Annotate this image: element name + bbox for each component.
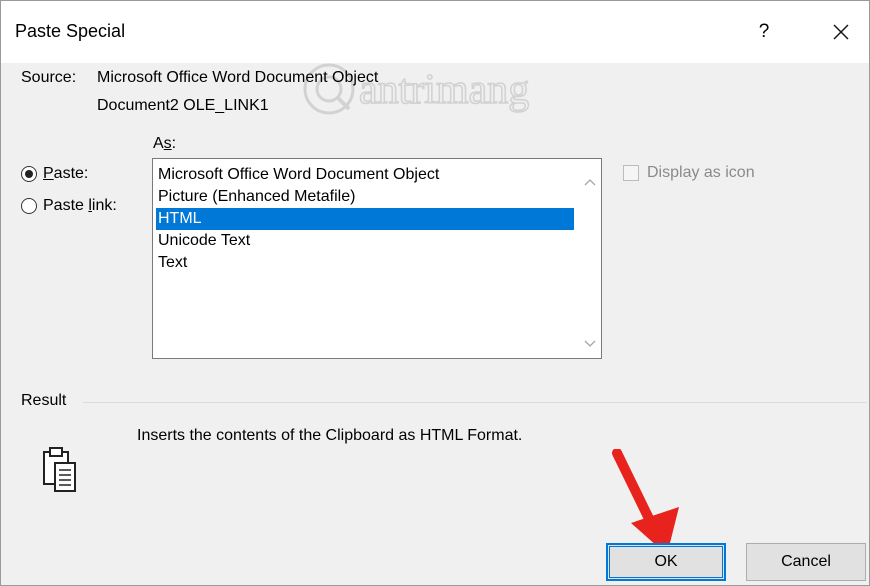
- format-list-item[interactable]: Picture (Enhanced Metafile): [156, 186, 574, 208]
- chevron-up-icon: [584, 179, 596, 186]
- format-list-item[interactable]: Unicode Text: [156, 230, 574, 252]
- source-label: Source:: [21, 69, 77, 86]
- display-as-icon-checkbox[interactable]: [623, 165, 639, 181]
- cancel-button[interactable]: Cancel: [746, 543, 866, 581]
- paste-link-radio-button[interactable]: [21, 198, 37, 214]
- chevron-down-icon: [584, 340, 596, 347]
- format-list-item-selected[interactable]: HTML: [156, 208, 574, 230]
- result-group-label: Result: [21, 392, 67, 409]
- paste-radio-label: Paste:: [43, 165, 89, 182]
- close-button[interactable]: [823, 15, 859, 49]
- paste-radio-button[interactable]: [21, 166, 37, 182]
- display-as-icon-label: Display as icon: [647, 164, 755, 181]
- format-listbox[interactable]: Microsoft Office Word Document Object Pi…: [152, 158, 602, 359]
- format-list-item[interactable]: Microsoft Office Word Document Object: [156, 164, 574, 186]
- ok-button-label: OK: [654, 553, 678, 570]
- window-title: Paste Special: [15, 21, 126, 41]
- source-value: Microsoft Office Word Document Object: [97, 69, 379, 86]
- paste-link-radio-option[interactable]: Paste link:: [21, 195, 117, 217]
- close-icon: [833, 24, 849, 40]
- scroll-down-button[interactable]: [581, 335, 599, 353]
- title-bar: Paste Special ?: [1, 1, 869, 63]
- clipboard-icon: [43, 447, 76, 492]
- scroll-up-button[interactable]: [581, 173, 599, 191]
- source-link-name: Document2 OLE_LINK1: [97, 97, 269, 114]
- svg-text:antrimang: antrimang: [359, 67, 529, 113]
- result-description: Inserts the contents of the Clipboard as…: [137, 427, 523, 444]
- help-button[interactable]: ?: [749, 15, 779, 49]
- display-as-icon-option[interactable]: Display as icon: [623, 164, 755, 182]
- paste-special-dialog: Paste Special ? antrimang Source: Micros…: [0, 0, 870, 586]
- ok-button[interactable]: OK: [606, 543, 726, 581]
- format-list-item[interactable]: Text: [156, 252, 574, 274]
- as-label: As:: [153, 135, 177, 152]
- paste-link-radio-label: Paste link:: [43, 197, 117, 214]
- paste-radio-option[interactable]: Paste:: [21, 163, 88, 185]
- result-group-divider: [83, 402, 867, 403]
